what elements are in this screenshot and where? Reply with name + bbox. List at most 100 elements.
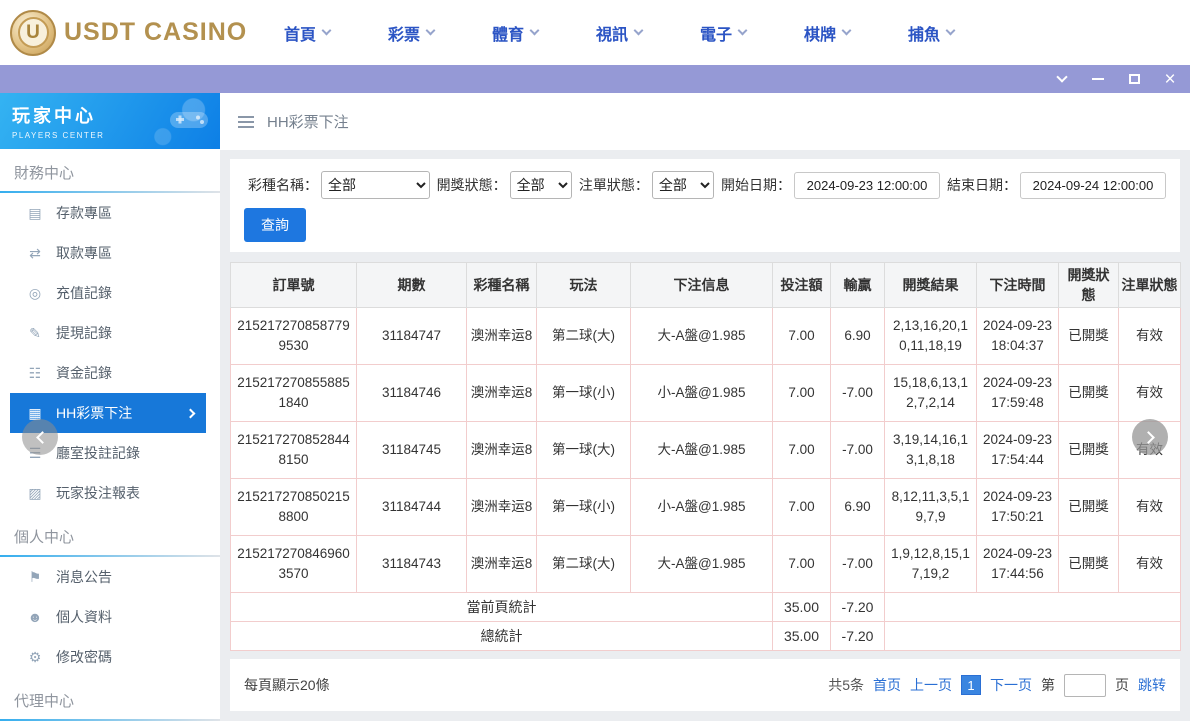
window-minimize-button[interactable] xyxy=(1088,69,1108,89)
scroll-left-button[interactable] xyxy=(22,419,58,455)
deposit-card-icon: ▤ xyxy=(26,205,44,222)
prev-page-link[interactable]: 上一页 xyxy=(910,675,952,695)
table-header-cell: 投注額 xyxy=(773,263,831,308)
nav-item-board-games[interactable]: 棋牌 xyxy=(775,0,879,65)
sidebar-item-label: 消息公告 xyxy=(56,567,112,587)
table-cell: -7.00 xyxy=(831,422,885,479)
jump-label-suffix: 页 xyxy=(1115,675,1129,695)
main-nav: 首頁彩票體育視訊電子 棋牌 捕魚 xyxy=(255,0,983,65)
window-titlebar xyxy=(0,65,1190,93)
order-status-label: 注單狀態： xyxy=(579,175,649,195)
order-status-select[interactable]: 全部 xyxy=(652,171,714,199)
nav-item-label: 棋牌 xyxy=(804,21,836,45)
sidebar-item-withdrawal-record[interactable]: ✎提現記錄 xyxy=(0,313,220,353)
table-cell: 有效 xyxy=(1119,308,1181,365)
sidebar: 玩家中心 PLAYERS CENTER 財務中心▤存款專區⇄取款專區◎充值記錄✎… xyxy=(0,93,220,721)
sidebar-item-player-bet-report[interactable]: ▨ 玩家投注報表 xyxy=(0,473,220,513)
table-cell: -7.00 xyxy=(831,536,885,593)
sidebar-item-deposit[interactable]: ▤存款專區 xyxy=(0,193,220,233)
summary-empty-cell xyxy=(885,593,1181,622)
player-report-icon: ▨ xyxy=(26,485,44,502)
table-cell: 第一球(大) xyxy=(537,422,631,479)
table-cell: 15,18,6,13,12,7,2,14 xyxy=(885,365,977,422)
current-page-button[interactable]: 1 xyxy=(961,675,981,695)
summary-label: 當前頁統計 xyxy=(231,593,773,622)
nav-item-home[interactable]: 首頁 xyxy=(255,0,359,65)
table-cell: 2152172708558851840 xyxy=(231,365,357,422)
table-header-row: 訂單號期數彩種名稱玩法下注信息投注額輸贏開獎結果下注時間開獎狀態注單狀態 xyxy=(231,263,1181,308)
summary-bet-total: 35.00 xyxy=(773,593,831,622)
sidebar-item-withdraw[interactable]: ⇄取款專區 xyxy=(0,233,220,273)
start-date-input[interactable] xyxy=(794,172,940,199)
nav-item-sports[interactable]: 體育 xyxy=(463,0,567,65)
table-header-cell: 期數 xyxy=(357,263,467,308)
scroll-right-button[interactable] xyxy=(1132,419,1168,455)
table-cell: 已開獎 xyxy=(1059,479,1119,536)
table-cell: 2024-09-23 17:54:44 xyxy=(977,422,1059,479)
chevron-right-icon xyxy=(1142,431,1155,444)
table-cell: 已開獎 xyxy=(1059,422,1119,479)
table-cell: 已開獎 xyxy=(1059,308,1119,365)
window-collapse-button[interactable] xyxy=(1052,69,1072,89)
table-cell: 第二球(大) xyxy=(537,308,631,365)
gamepad-icon xyxy=(168,107,210,133)
table-cell: 已開獎 xyxy=(1059,365,1119,422)
nav-item-lottery[interactable]: 彩票 xyxy=(359,0,463,65)
draw-status-select[interactable]: 全部 xyxy=(510,171,572,199)
table-header-cell: 開獎結果 xyxy=(885,263,977,308)
table-cell: 小-A盤@1.985 xyxy=(631,479,773,536)
logo[interactable]: U USDT CASINO xyxy=(0,10,235,56)
sidebar-item-recharge-record[interactable]: ◎充值記錄 xyxy=(0,273,220,313)
nav-item-fishing[interactable]: 捕魚 xyxy=(879,0,983,65)
next-page-link[interactable]: 下一页 xyxy=(990,675,1032,695)
funds-record-icon: ☷ xyxy=(26,365,44,382)
table-cell: 31184743 xyxy=(357,536,467,593)
table-cell: 有效 xyxy=(1119,479,1181,536)
table-header-cell: 玩法 xyxy=(537,263,631,308)
table-cell: 31184744 xyxy=(357,479,467,536)
table-header-cell: 彩種名稱 xyxy=(467,263,537,308)
page-jump-input[interactable] xyxy=(1064,674,1106,697)
jump-button[interactable]: 跳转 xyxy=(1138,675,1166,695)
page-summary-row: 當前頁統計35.00-7.20 xyxy=(231,593,1181,622)
table-cell: 有效 xyxy=(1119,536,1181,593)
table-cell: 澳洲幸运8 xyxy=(467,365,537,422)
sidebar-item-funds-record[interactable]: ☷資金記錄 xyxy=(0,353,220,393)
window-maximize-button[interactable] xyxy=(1124,69,1144,89)
coin-letter: U xyxy=(18,17,49,48)
sidebar-item-profile[interactable]: ☻ 個人資料 xyxy=(0,597,220,637)
table-cell: 大-A盤@1.985 xyxy=(631,308,773,365)
first-page-link[interactable]: 首页 xyxy=(873,675,901,695)
table-cell: 31184747 xyxy=(357,308,467,365)
table-cell: 3,19,14,16,13,1,8,18 xyxy=(885,422,977,479)
nav-item-label: 捕魚 xyxy=(908,21,940,45)
window-close-button[interactable] xyxy=(1160,69,1180,89)
sidebar-item-label: 玩家投注報表 xyxy=(56,483,140,503)
table-row: 215217270852844815031184745澳洲幸运8第一球(大)大-… xyxy=(231,422,1181,479)
sidebar-item-change-password[interactable]: ⚙修改密碼 xyxy=(0,637,220,677)
table-header-cell: 注單狀態 xyxy=(1119,263,1181,308)
workspace: 玩家中心 PLAYERS CENTER 財務中心▤存款專區⇄取款專區◎充值記錄✎… xyxy=(0,93,1190,721)
menu-toggle-icon[interactable] xyxy=(238,116,254,128)
sidebar-item-label: 廳室投註記錄 xyxy=(56,443,140,463)
summary-winloss-total: -7.20 xyxy=(831,622,885,651)
lottery-name-select[interactable]: 全部 xyxy=(321,171,430,199)
table-cell: 澳洲幸运8 xyxy=(467,479,537,536)
table-row: 215217270858779953031184747澳洲幸运8第二球(大)大-… xyxy=(231,308,1181,365)
withdraw-transfer-icon: ⇄ xyxy=(26,245,44,262)
table-header-cell: 下注信息 xyxy=(631,263,773,308)
pagination-bar: 每頁顯示20條 共5条 首页 上一页 1 下一页 第 页 跳转 xyxy=(230,659,1180,711)
nav-item-live-video[interactable]: 視訊 xyxy=(567,0,671,65)
table-cell: 7.00 xyxy=(773,308,831,365)
sidebar-item-announcements[interactable]: ⚑消息公告 xyxy=(0,557,220,597)
sidebar-item-label: 個人資料 xyxy=(56,607,112,627)
summary-empty-cell xyxy=(885,622,1181,651)
summary-label: 總統計 xyxy=(231,622,773,651)
table-cell: 2,13,16,20,10,11,18,19 xyxy=(885,308,977,365)
start-date-label: 開始日期： xyxy=(721,175,791,195)
table-cell: 2152172708502158800 xyxy=(231,479,357,536)
search-button[interactable]: 查詢 xyxy=(244,208,306,242)
end-date-input[interactable] xyxy=(1020,172,1166,199)
nav-item-slots[interactable]: 電子 xyxy=(671,0,775,65)
user-icon: ☻ xyxy=(26,609,44,625)
